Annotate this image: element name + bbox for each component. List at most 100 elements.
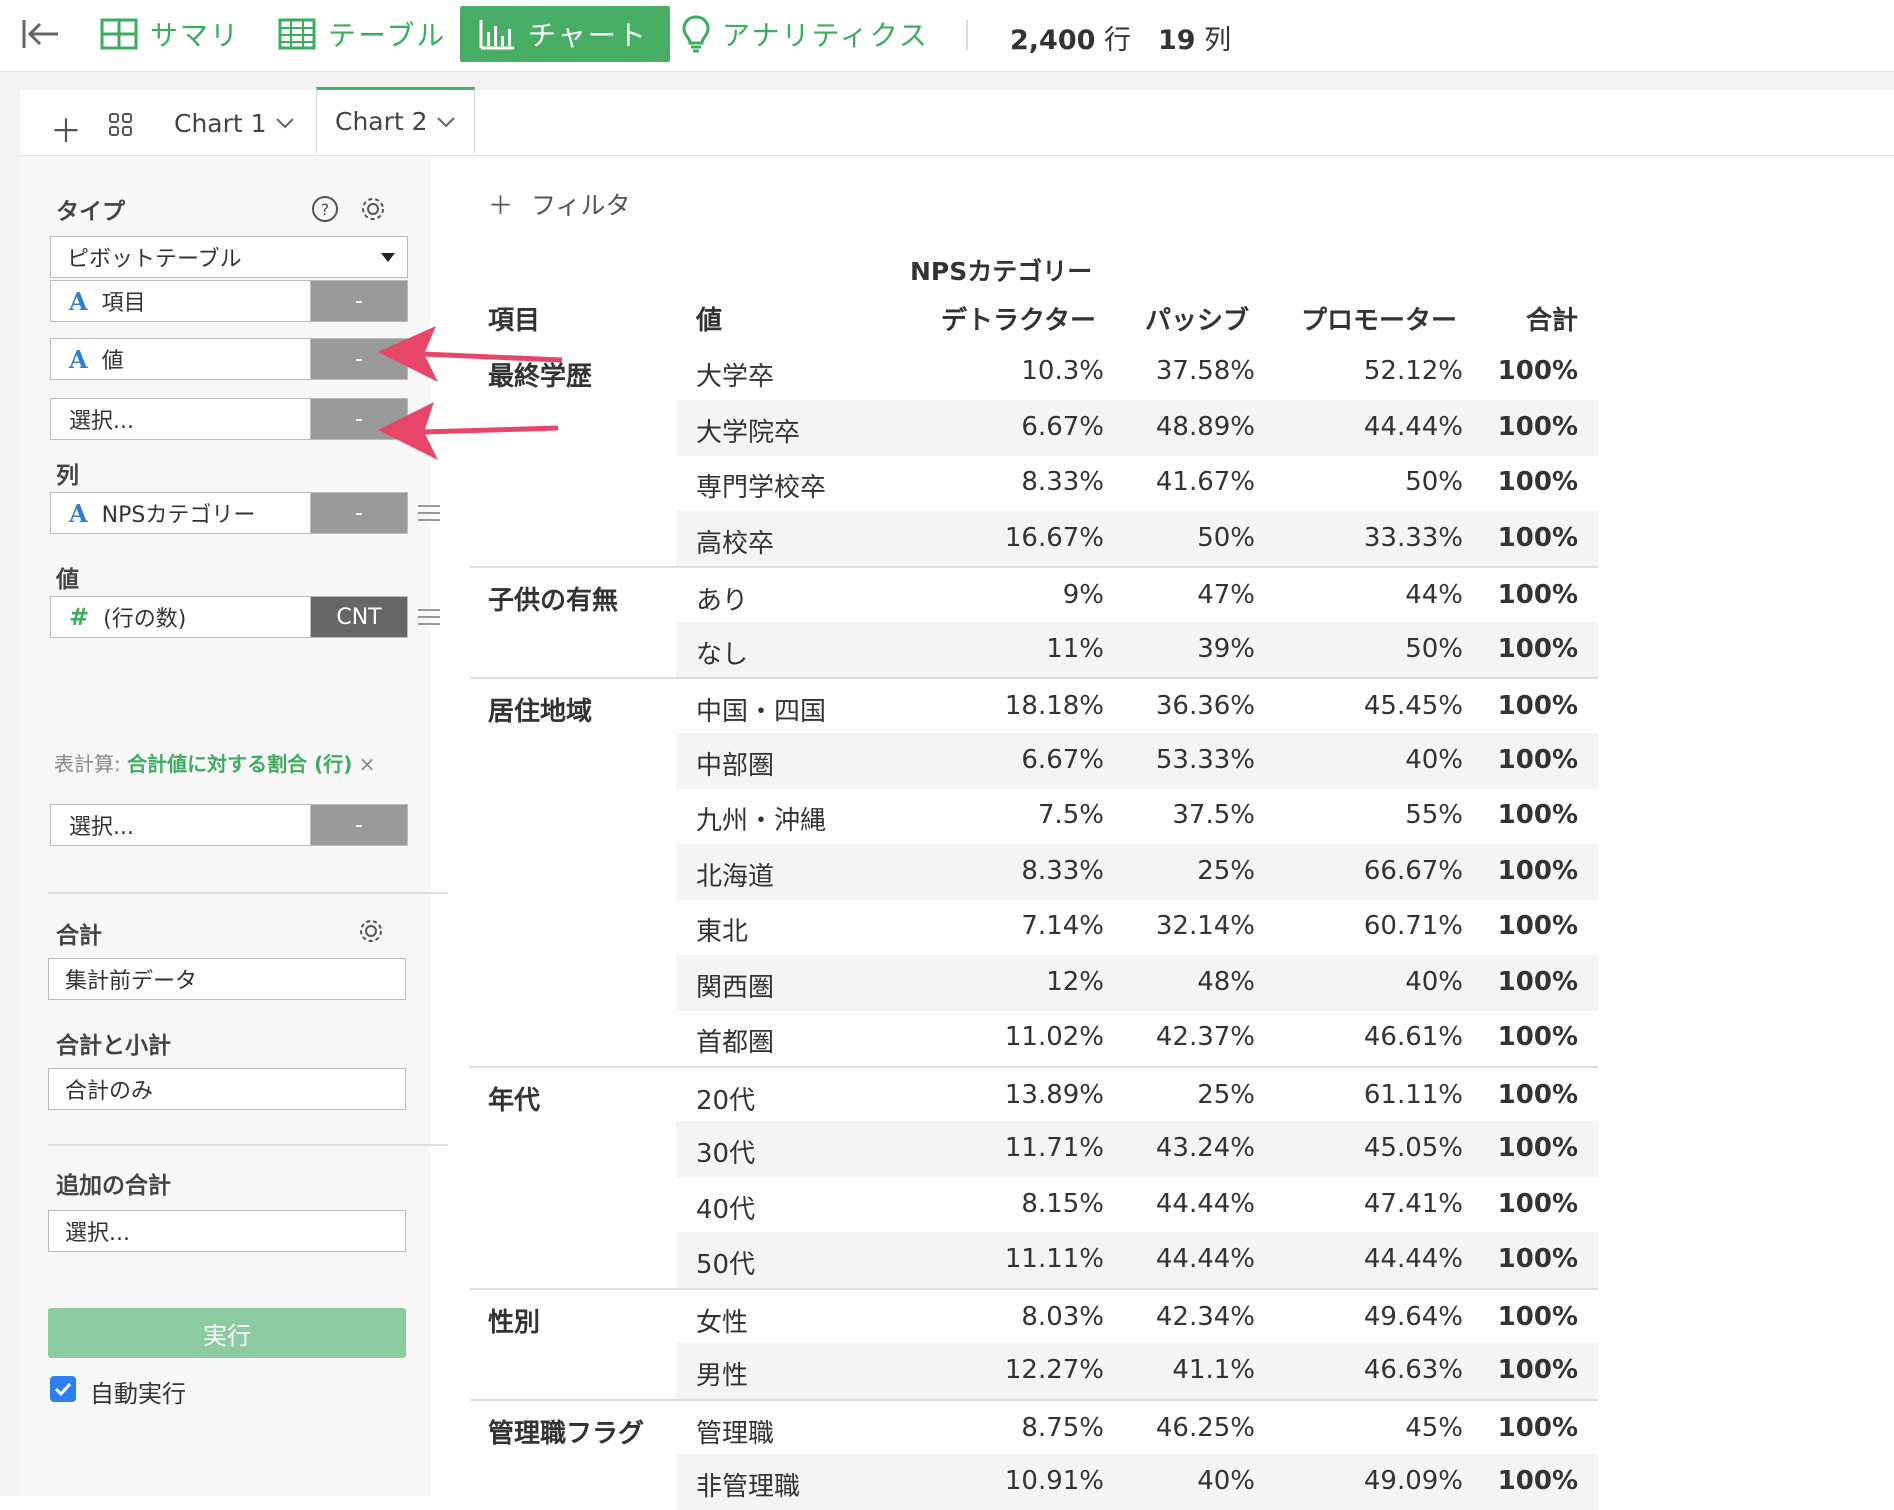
cell-detractor: 11.02% — [1004, 1022, 1104, 1052]
table-calc-remove[interactable]: × — [359, 752, 376, 776]
help-icon[interactable]: ? — [310, 194, 340, 224]
value-field-count[interactable]: # (行の数) CNT — [50, 596, 408, 638]
header-value: 値 — [696, 306, 723, 336]
column-field-nps[interactable]: A NPSカテゴリー - — [50, 492, 408, 534]
add-filter-button[interactable]: ＋ フィルタ — [488, 186, 630, 222]
top-toolbar: サマリ テーブル チャート アナリティクス 2,400 行 19 列 — [0, 0, 1894, 72]
row-value-label: 非管理職 — [696, 1472, 801, 1502]
row-field-select[interactable]: 選択... - — [50, 398, 408, 440]
row-value-label: 九州・沖縄 — [696, 806, 827, 836]
cell-detractor: 13.89% — [1004, 1079, 1104, 1110]
column-field-nps-agg-button[interactable]: - — [311, 493, 407, 533]
table-row: 性別 女性 8.03% 42.34% 49.64% 100% — [470, 1287, 1598, 1344]
value-field-count-agg-button[interactable]: CNT — [311, 597, 407, 637]
table-row: 男性 12.27% 41.1% 46.63% 100% — [470, 1343, 1598, 1399]
auto-run-checkbox[interactable] — [50, 1376, 76, 1402]
tab-chart-1[interactable]: Chart 1 — [156, 90, 313, 156]
gear-icon[interactable] — [356, 916, 386, 946]
cell-detractor: 12.27% — [1004, 1355, 1104, 1385]
cell-total: 100% — [1497, 1244, 1578, 1274]
value-field-select[interactable]: 選択... - — [50, 804, 408, 846]
cell-detractor: 6.67% — [1021, 744, 1104, 775]
row-category: 子供の有無 — [488, 586, 619, 616]
row-field-item-agg-button[interactable]: - — [311, 281, 407, 321]
row-value-label: 首都圏 — [696, 1028, 775, 1058]
cell-detractor: 8.03% — [1021, 1301, 1104, 1332]
row-field-value-label: 値 — [101, 349, 124, 374]
table-row: 最終学歴 大学卒 10.3% 37.58% 52.12% 100% — [470, 344, 1598, 400]
columns-label: 列 — [56, 463, 79, 489]
row-field-item-label: 項目 — [101, 291, 146, 316]
row-field-item[interactable]: A 項目 - — [50, 280, 408, 322]
cell-passive: 32.14% — [1155, 911, 1255, 941]
cell-total: 100% — [1497, 911, 1578, 941]
cell-detractor: 11% — [1046, 633, 1104, 664]
table-calc-value[interactable]: 合計値に対する割合 (行) — [127, 752, 352, 776]
table-row: 居住地域 中国・四国 18.18% 36.36% 45.45% 100% — [470, 677, 1598, 733]
cell-total: 100% — [1497, 1301, 1578, 1332]
cell-passive: 37.5% — [1172, 800, 1255, 830]
cell-passive: 41.67% — [1155, 467, 1255, 497]
cell-passive: 37.58% — [1155, 356, 1255, 386]
nav-analytics[interactable]: アナリティクス — [682, 6, 929, 62]
cell-promoter: 44% — [1405, 580, 1463, 610]
total-select[interactable]: 集計前データ — [48, 958, 406, 1000]
row-value-label: 大学院卒 — [696, 417, 801, 448]
cell-detractor: 8.33% — [1021, 467, 1104, 497]
cell-passive: 39% — [1197, 633, 1255, 664]
cell-total: 100% — [1497, 1133, 1578, 1163]
nav-chart[interactable]: チャート — [460, 6, 670, 62]
chart-type-select[interactable]: ピボットテーブル — [50, 236, 408, 278]
table-row: 中部圏 6.67% 53.33% 40% 100% — [470, 732, 1598, 789]
subtotal-select[interactable]: 合計のみ — [48, 1068, 406, 1110]
cell-promoter: 49.64% — [1363, 1301, 1463, 1332]
checkmark-icon — [54, 1382, 72, 1397]
value-field-select-agg-button[interactable]: - — [311, 805, 407, 845]
drag-handle-icon[interactable] — [418, 604, 440, 630]
extra-total-select[interactable]: 選択... — [48, 1210, 406, 1252]
cell-detractor: 12% — [1046, 966, 1104, 997]
cell-total: 100% — [1497, 1355, 1578, 1385]
table-row: 大学院卒 6.67% 48.89% 44.44% 100% — [470, 399, 1598, 456]
subtotal-value: 合計のみ — [65, 1079, 154, 1104]
header-total: 合計 — [1525, 306, 1578, 336]
run-button[interactable]: 実行 — [48, 1308, 406, 1358]
cell-promoter: 46.63% — [1363, 1355, 1463, 1385]
table-calc-hint: 表計算: 合計値に対する割合 (行) × — [54, 748, 375, 777]
cell-total: 100% — [1497, 1022, 1578, 1052]
nav-analytics-label: アナリティクス — [722, 19, 929, 52]
tab-strip-background — [0, 72, 1894, 90]
arrow-annotation-icon — [378, 326, 563, 382]
row-value-label: 東北 — [696, 917, 749, 947]
row-field-value[interactable]: A値 - — [50, 338, 408, 380]
row-category: 管理職フラグ — [488, 1418, 645, 1449]
cell-promoter: 45.45% — [1363, 691, 1463, 721]
gear-icon[interactable] — [358, 194, 388, 224]
drag-handle-icon[interactable] — [418, 500, 440, 526]
total-label: 合計 — [56, 923, 102, 949]
divider — [48, 892, 448, 894]
arrow-annotation-icon — [378, 402, 559, 460]
cell-detractor: 10.3% — [1021, 356, 1104, 386]
auto-run-label: 自動実行 — [90, 1380, 186, 1408]
row-value-label: なし — [696, 639, 749, 670]
grid-view-icon[interactable] — [108, 112, 134, 138]
row-count-value: 2,400 — [1010, 25, 1096, 56]
nav-summary[interactable]: サマリ — [100, 6, 240, 62]
row-value-label: 50代 — [696, 1250, 756, 1280]
table-icon — [278, 18, 316, 50]
row-value-label: 中部圏 — [696, 750, 775, 781]
row-value-label: 40代 — [696, 1194, 756, 1225]
value-field-select-name: 選択... — [51, 805, 311, 845]
nav-chart-label: チャート — [528, 19, 648, 52]
cell-detractor: 7.14% — [1021, 911, 1104, 941]
row-value-label: 中国・四国 — [696, 697, 827, 727]
col-count: 19 列 — [1158, 18, 1231, 57]
text-type-icon: A — [69, 498, 88, 528]
collapse-left-icon[interactable] — [20, 14, 60, 54]
tab-chart-2[interactable]: Chart 2 — [316, 87, 475, 154]
add-chart-icon[interactable]: ＋ — [50, 106, 82, 152]
nav-table[interactable]: テーブル — [278, 6, 446, 62]
row-field-item-name: A 項目 — [51, 281, 311, 321]
text-type-icon: A — [69, 286, 88, 316]
